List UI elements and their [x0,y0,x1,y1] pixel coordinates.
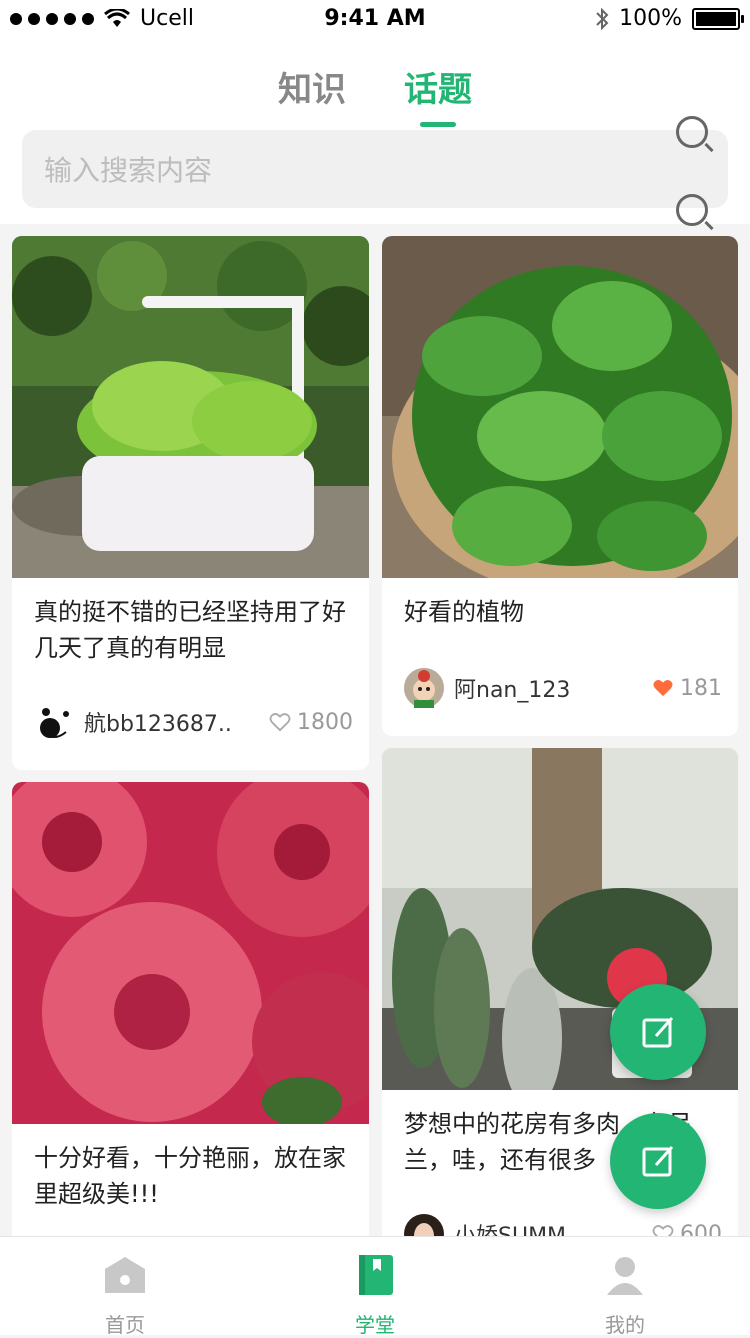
home-icon [105,1257,145,1293]
topic-card[interactable]: 真的挺不错的已经坚持用了好几天了真的有明显 航bb123687.. 1800 [12,236,369,770]
search-icon[interactable] [676,194,708,226]
compose-button[interactable] [610,984,706,1080]
tab-study[interactable]: 学堂 [305,1237,445,1337]
bluetooth-icon [596,7,609,30]
header: 知识 话题 [0,40,750,226]
heart-filled-icon[interactable] [652,678,674,698]
card-meta: 阿nan_123 181 [404,668,722,708]
status-bar: Ucell 9:41 AM 100% [0,0,750,40]
compose-button[interactable] [610,1113,706,1209]
search-bar [22,130,728,210]
card-title: 真的挺不错的已经坚持用了好几天了真的有明显 [34,598,346,662]
top-tabs: 知识 话题 [0,62,750,127]
search-icon[interactable] [676,116,708,148]
card-photo [12,236,369,578]
heart-outline-icon[interactable] [269,712,291,732]
tab-knowledge[interactable]: 知识 [278,62,346,111]
tab-topics[interactable]: 话题 [404,62,472,127]
battery-percent: 100% [619,6,682,31]
battery-icon [692,7,744,30]
card-title: 好看的植物 [404,598,524,626]
card-author[interactable]: 航bb123687.. [84,706,269,738]
topic-card[interactable]: 十分好看，十分艳丽，放在家里超级美!!! [12,782,369,1252]
search-input[interactable] [42,130,646,210]
edit-icon [642,1146,674,1177]
like-count[interactable]: 181 [652,676,722,701]
topic-card[interactable]: 好看的植物 阿nan_123 181 [382,236,738,736]
book-icon [359,1255,393,1295]
tab-home[interactable]: 首页 [55,1237,195,1337]
card-photo [382,236,738,578]
edit-icon [642,1017,674,1048]
avatar[interactable] [404,668,444,708]
status-right: 100% [595,6,744,31]
card-author[interactable]: 阿nan_123 [454,672,652,704]
like-number: 1800 [297,709,353,735]
avatar[interactable] [34,702,74,742]
bottom-tab-bar: 首页 学堂 我的 [0,1236,750,1337]
like-count[interactable]: 1800 [269,710,353,735]
card-title: 十分好看，十分艳丽，放在家里超级美!!! [34,1144,346,1208]
like-number: 181 [680,675,722,701]
card-photo [12,782,369,1124]
profile-icon [607,1257,643,1295]
tab-profile[interactable]: 我的 [555,1237,695,1337]
card-meta: 航bb123687.. 1800 [34,702,353,742]
